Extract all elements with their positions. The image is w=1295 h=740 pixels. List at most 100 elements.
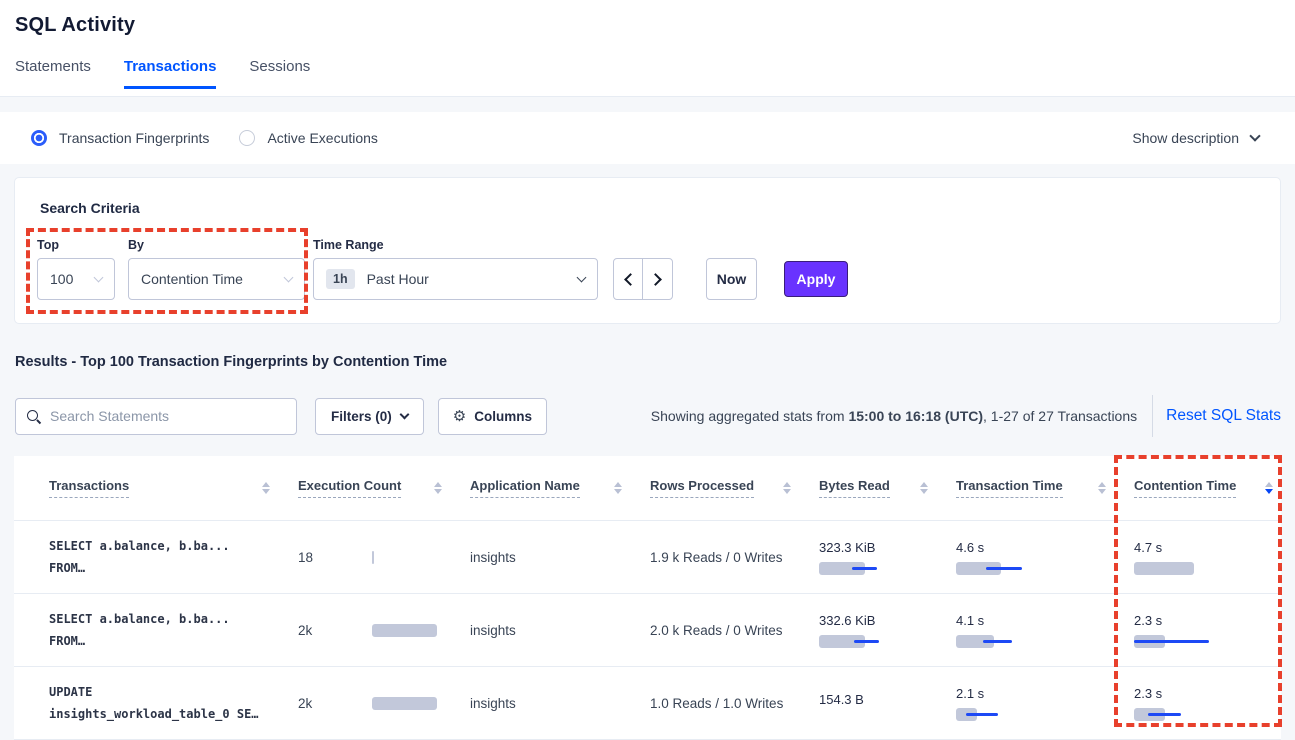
chevron-down-icon xyxy=(94,273,104,283)
execution-count-bar xyxy=(372,551,470,564)
next-time-button[interactable] xyxy=(643,259,672,299)
top-select[interactable]: 100 xyxy=(37,258,115,300)
apply-button[interactable]: Apply xyxy=(784,261,848,297)
application-name-cell: insights xyxy=(470,667,650,739)
chevron-down-icon xyxy=(399,410,409,420)
sort-icon xyxy=(606,482,622,495)
top-label: Top xyxy=(37,238,115,252)
column-header-rows-processed[interactable]: Rows Processed xyxy=(650,456,819,520)
show-description-label: Show description xyxy=(1132,130,1239,146)
transaction-time-cell: 4.1 s xyxy=(956,594,1134,666)
results-heading: Results - Top 100 Transaction Fingerprin… xyxy=(15,354,1295,370)
transaction-time-cell: 2.1 s xyxy=(956,667,1134,739)
time-range-badge: 1h xyxy=(326,269,355,289)
column-header-application-name[interactable]: Application Name xyxy=(470,456,650,520)
rows-processed-cell: 1.0 Reads / 1.0 Writes xyxy=(650,667,819,739)
tab-transactions[interactable]: Transactions xyxy=(124,58,217,89)
radio-label: Active Executions xyxy=(267,130,378,146)
table-row: SELECT a.balance, b.ba...FROM… 2k insigh… xyxy=(14,594,1281,667)
chevron-down-icon xyxy=(1249,130,1260,141)
bytes-read-cell: 323.3 KiB xyxy=(819,521,956,593)
contention-time-bar xyxy=(1134,708,1234,721)
radio-transaction-fingerprints[interactable]: Transaction Fingerprints xyxy=(31,130,209,146)
sort-icon xyxy=(254,482,270,495)
time-range-select[interactable]: 1h Past Hour xyxy=(313,258,598,300)
search-criteria-heading: Search Criteria xyxy=(15,178,1280,216)
reset-sql-stats-link[interactable]: Reset SQL Stats xyxy=(1166,407,1281,425)
sort-icon xyxy=(1090,482,1106,495)
execution-count-cell: 2k xyxy=(298,594,470,666)
sort-icon xyxy=(775,482,791,495)
time-range-stepper xyxy=(613,258,673,300)
columns-button[interactable]: ⚙ Columns xyxy=(438,398,547,435)
chevron-down-icon xyxy=(577,273,587,283)
bytes-read-bar xyxy=(819,562,919,575)
column-header-bytes-read[interactable]: Bytes Read xyxy=(819,456,956,520)
search-icon xyxy=(26,409,41,424)
time-range-label: Time Range xyxy=(313,238,598,252)
aggregated-stats-text: Showing aggregated stats from 15:00 to 1… xyxy=(651,408,1137,424)
transaction-fingerprint-link[interactable]: UPDATEinsights_workload_table_0 SE… xyxy=(49,667,298,739)
by-label: By xyxy=(128,238,305,252)
transaction-time-bar xyxy=(956,635,1056,648)
column-header-execution-count[interactable]: Execution Count xyxy=(298,456,470,520)
contention-time-bar xyxy=(1134,635,1234,648)
search-criteria-card: Search Criteria Top 100 By Contention Ti… xyxy=(14,177,1281,324)
radio-label: Transaction Fingerprints xyxy=(59,130,209,146)
contention-time-cell: 2.3 s xyxy=(1134,667,1281,739)
rows-processed-cell: 2.0 k Reads / 0 Writes xyxy=(650,594,819,666)
table-row: UPDATEinsights_workload_table_0 SE… 2k i… xyxy=(14,667,1281,740)
tab-sessions[interactable]: Sessions xyxy=(249,58,310,89)
column-header-contention-time[interactable]: Contention Time xyxy=(1134,456,1281,520)
tab-bar: Statements Transactions Sessions xyxy=(15,58,1295,89)
execution-count-bar xyxy=(372,624,470,637)
application-name-cell: insights xyxy=(470,594,650,666)
show-description-toggle[interactable]: Show description xyxy=(1132,130,1259,146)
contention-time-cell: 2.3 s xyxy=(1134,594,1281,666)
transaction-fingerprint-link[interactable]: SELECT a.balance, b.ba...FROM… xyxy=(49,594,298,666)
rows-processed-cell: 1.9 k Reads / 0 Writes xyxy=(650,521,819,593)
chevron-left-icon xyxy=(624,273,637,286)
search-criteria-fields: Top 100 By Contention Time Time Range 1h… xyxy=(37,238,1280,300)
sort-icon xyxy=(426,482,442,495)
bytes-read-bar xyxy=(819,635,919,648)
results-controls: Filters (0) ⚙ Columns Showing aggregated… xyxy=(15,396,1281,436)
transactions-table: Transactions Execution Count Application… xyxy=(14,456,1281,740)
by-field: By Contention Time xyxy=(128,238,305,300)
sort-icon-active-desc xyxy=(1257,482,1273,495)
search-statements-box xyxy=(15,398,297,435)
columns-label: Columns xyxy=(474,409,532,424)
now-button[interactable]: Now xyxy=(706,258,757,300)
bytes-read-cell: 332.6 KiB xyxy=(819,594,956,666)
execution-count-bar xyxy=(372,697,470,710)
execution-count-cell: 18 xyxy=(298,521,470,593)
table-row: SELECT a.balance, b.ba...FROM… 18 insigh… xyxy=(14,521,1281,594)
bytes-read-cell: 154.3 B xyxy=(819,667,956,739)
column-header-transactions[interactable]: Transactions xyxy=(49,456,298,520)
stats-area: Showing aggregated stats from 15:00 to 1… xyxy=(651,395,1281,437)
transaction-time-bar xyxy=(956,562,1056,575)
view-toggle-bar: Transaction Fingerprints Active Executio… xyxy=(0,112,1295,164)
tab-statements[interactable]: Statements xyxy=(15,58,91,89)
top-field: Top 100 xyxy=(37,238,115,300)
transaction-fingerprint-link[interactable]: SELECT a.balance, b.ba...FROM… xyxy=(49,521,298,593)
time-range-field: Time Range 1h Past Hour xyxy=(313,238,598,300)
contention-time-cell: 4.7 s xyxy=(1134,521,1281,593)
execution-count-cell: 2k xyxy=(298,667,470,739)
time-range-value: Past Hour xyxy=(367,271,429,287)
previous-time-button[interactable] xyxy=(614,259,643,299)
radio-unselected-icon xyxy=(239,130,255,146)
radio-selected-icon xyxy=(31,130,47,146)
filters-button[interactable]: Filters (0) xyxy=(315,398,424,435)
chevron-down-icon xyxy=(284,273,294,283)
column-header-transaction-time[interactable]: Transaction Time xyxy=(956,456,1134,520)
sort-icon xyxy=(912,482,928,495)
vertical-divider xyxy=(1152,395,1153,437)
chevron-right-icon xyxy=(649,273,662,286)
by-select[interactable]: Contention Time xyxy=(128,258,305,300)
top-select-value: 100 xyxy=(50,271,73,287)
radio-active-executions[interactable]: Active Executions xyxy=(239,130,378,146)
gear-icon: ⚙ xyxy=(453,409,466,424)
search-statements-input[interactable] xyxy=(50,408,286,424)
by-select-value: Contention Time xyxy=(141,271,243,287)
